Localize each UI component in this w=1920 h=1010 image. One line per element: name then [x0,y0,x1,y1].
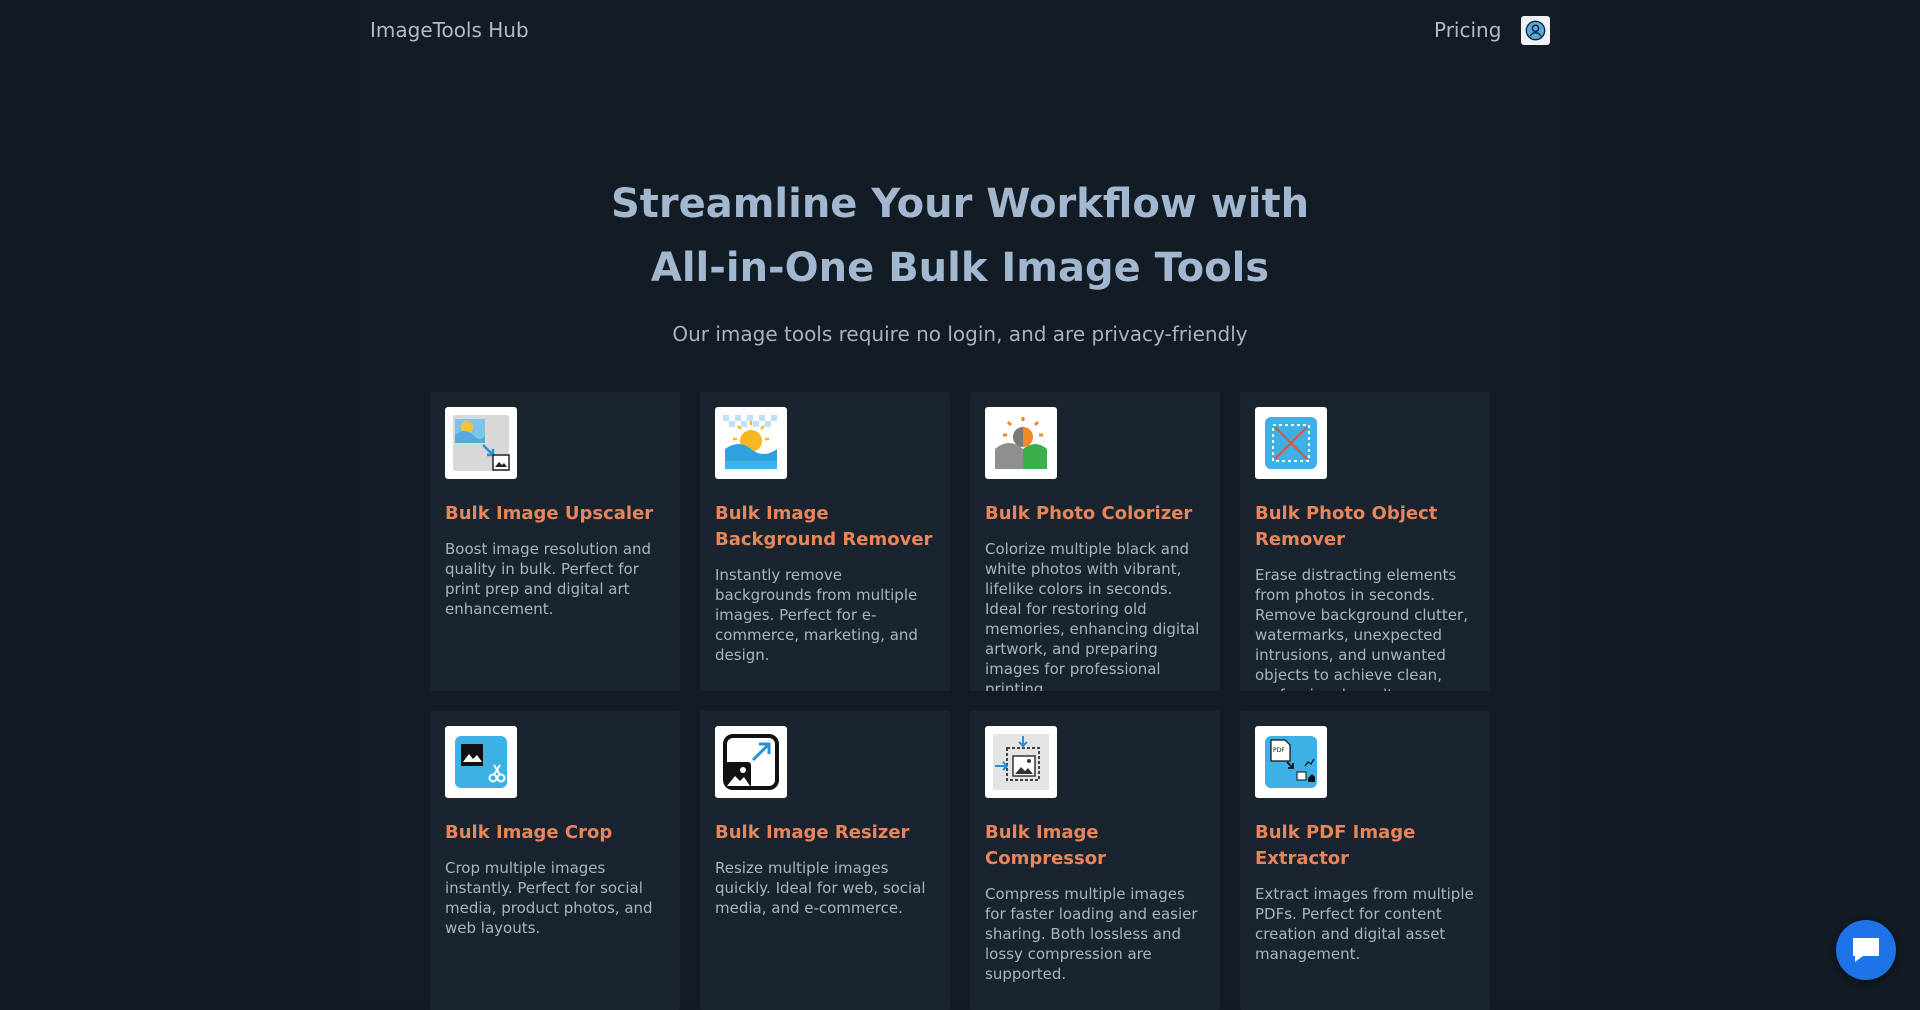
tool-title: Bulk Image Compressor [985,822,1106,869]
pricing-link[interactable]: Pricing [1434,18,1501,42]
tool-description: Resize multiple images quickly. Ideal fo… [715,859,926,917]
account-button[interactable] [1521,16,1550,45]
svg-text:PDF: PDF [1273,747,1285,754]
hero-title-line-2: All-in-One Bulk Image Tools [650,245,1270,291]
tools-grid: Bulk Image Upscaler Boost image resoluti… [430,392,1490,1010]
tool-card-upscaler[interactable]: Bulk Image Upscaler Boost image resoluti… [430,392,680,691]
hero-title-line-1: Streamline Your Workflow with [610,181,1310,227]
resize-icon [715,726,787,798]
tool-title: Bulk Photo Colorizer [985,503,1193,524]
hero-subtitle: Our image tools require no login, and ar… [672,322,1248,346]
tool-card-compressor[interactable]: Bulk Image Compressor Compress multiple … [970,711,1220,1010]
crop-icon [445,726,517,798]
tool-description: Erase distracting elements from photos i… [1255,566,1468,691]
brand-logo-link[interactable]: ImageTools Hub [370,18,529,42]
pdf-extract-icon: PDF [1255,726,1327,798]
tool-title: Bulk PDF Image Extractor [1255,822,1416,869]
tool-card-colorizer[interactable]: Bulk Photo Colorizer Colorize multiple b… [970,392,1220,691]
tool-card-object-remover[interactable]: Bulk Photo Object Remover Erase distract… [1240,392,1490,691]
user-circle-icon [1525,20,1546,41]
tool-card-crop[interactable]: Bulk Image Crop Crop multiple images ins… [430,711,680,1010]
site-header: ImageTools Hub Pricing [0,0,1920,62]
background-remover-icon [715,407,787,479]
tool-card-pdf-extractor[interactable]: PDF Bulk PDF Image Extractor Extract ima… [1240,711,1490,1010]
tool-card-resizer[interactable]: Bulk Image Resizer Resize multiple image… [700,711,950,1010]
tool-title: Bulk Image Background Remover [715,503,933,550]
tool-description: Boost image resolution and quality in bu… [445,540,652,618]
tool-title: Bulk Image Upscaler [445,503,654,524]
chat-button[interactable] [1836,920,1896,980]
tool-description: Compress multiple images for faster load… [985,885,1198,983]
tool-description: Crop multiple images instantly. Perfect … [445,859,653,937]
upscale-icon [445,407,517,479]
tool-title: Bulk Image Crop [445,822,613,843]
compress-icon [985,726,1057,798]
tool-card-background-remover[interactable]: Bulk Image Background Remover Instantly … [700,392,950,691]
tool-title: Bulk Image Resizer [715,822,910,843]
tool-description: Extract images from multiple PDFs. Perfe… [1255,885,1474,963]
tool-description: Instantly remove backgrounds from multip… [715,566,918,664]
object-remover-icon [1255,407,1327,479]
chat-bubble-icon [1853,938,1879,962]
tool-title: Bulk Photo Object Remover [1255,503,1438,550]
tool-description: Colorize multiple black and white photos… [985,540,1200,691]
colorizer-icon [985,407,1057,479]
hero-title: Streamline Your Workflow with All-in-One… [460,172,1460,300]
